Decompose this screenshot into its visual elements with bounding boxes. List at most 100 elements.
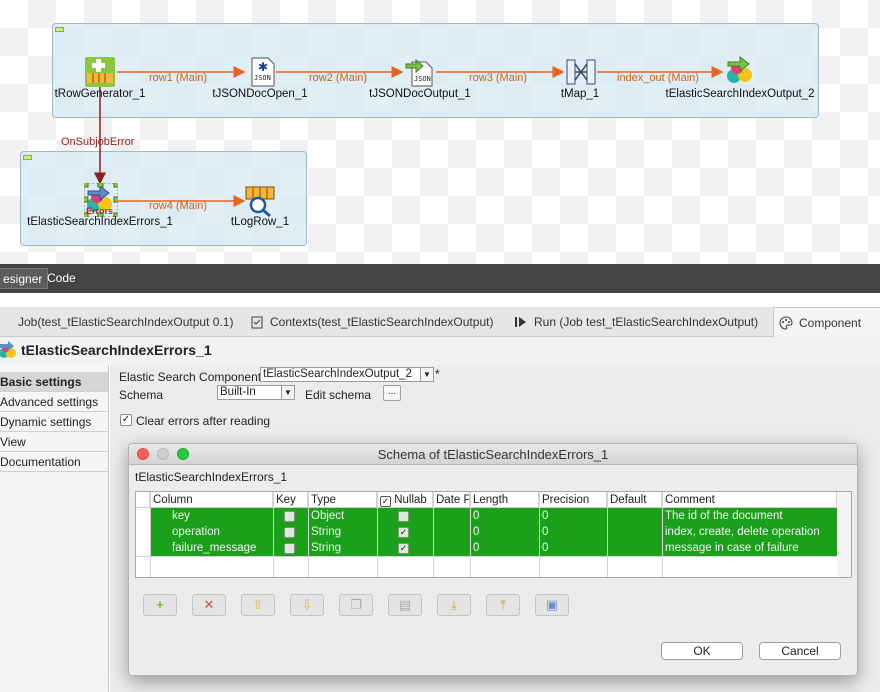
job-design-canvas[interactable]: JSON ✱ JSON Errors tRowGenerator_1 tJSOND… xyxy=(0,0,880,264)
export-icon[interactable]: ⤒ xyxy=(486,594,520,616)
nav-documentation[interactable]: Documentation xyxy=(0,452,108,472)
tab-run-label: Run (Job test_tElasticSearchIndexOutput) xyxy=(534,315,759,329)
component-label[interactable]: tJSONDocOpen_1 xyxy=(212,88,307,100)
edit-schema-button[interactable]: ... xyxy=(383,385,401,401)
flow-label[interactable]: row2 (Main) xyxy=(309,72,367,84)
cell-column[interactable]: key xyxy=(172,508,190,524)
flow-label[interactable]: row1 (Main) xyxy=(149,72,207,84)
nav-basic-settings[interactable]: Basic settings xyxy=(0,372,108,392)
copy-icon[interactable]: ❐ xyxy=(339,594,373,616)
remove-icon[interactable]: ✕ xyxy=(192,594,226,616)
cell-type[interactable]: String xyxy=(311,524,341,540)
key-checkbox[interactable] xyxy=(284,527,295,538)
component-label[interactable]: tJSONDocOutput_1 xyxy=(369,88,471,100)
nav-view[interactable]: View xyxy=(0,432,108,452)
add-icon[interactable]: + xyxy=(143,594,177,616)
tab-code[interactable]: Code xyxy=(42,268,81,289)
view-tab-bar: esigner Code xyxy=(0,264,880,293)
tab-contexts-label: Contexts(test_tElasticSearchIndexOutput) xyxy=(270,315,494,329)
trigger-label[interactable]: OnSubjobError xyxy=(61,136,134,148)
cell-precision[interactable]: 0 xyxy=(542,508,548,524)
es-component-value: tElasticSearchIndexOutput_2 xyxy=(263,368,412,380)
nullable-checkbox[interactable]: ✓ xyxy=(398,543,409,554)
tjsondocopen-icon[interactable]: JSON ✱ xyxy=(246,56,278,88)
clear-errors-checkbox[interactable]: ✓ xyxy=(120,414,132,426)
paste-icon[interactable]: ▤ xyxy=(388,594,422,616)
column-header[interactable]: Comment xyxy=(662,492,837,508)
column-header[interactable]: ✓ Nullab xyxy=(377,492,433,508)
cell-column[interactable]: failure_message xyxy=(172,540,256,556)
flow-label[interactable]: row4 (Main) xyxy=(149,200,207,212)
move-down-icon[interactable]: ⇩ xyxy=(290,594,324,616)
save-icon[interactable]: ▣ xyxy=(535,594,569,616)
cell-comment[interactable]: index, create, delete operation xyxy=(665,524,820,540)
ok-button[interactable]: OK xyxy=(661,642,743,660)
cell-column[interactable]: operation xyxy=(172,524,220,540)
column-divider xyxy=(377,492,378,577)
cell-precision[interactable]: 0 xyxy=(542,524,548,540)
component-title: tElasticSearchIndexErrors_1 xyxy=(21,342,212,358)
key-checkbox[interactable] xyxy=(284,543,295,554)
dialog-titlebar[interactable]: Schema of tElasticSearchIndexErrors_1 xyxy=(129,444,857,465)
tab-job[interactable]: Job(test_tElasticSearchIndexOutput 0.1) xyxy=(18,307,233,337)
trowgenerator-icon[interactable] xyxy=(84,56,116,88)
component-label[interactable]: tRowGenerator_1 xyxy=(55,88,146,100)
cell-comment[interactable]: message in case of failure xyxy=(665,540,799,556)
error-badge: Errors xyxy=(86,206,114,216)
telasticsearchindexoutput-icon[interactable] xyxy=(724,54,756,86)
component-label[interactable]: tLogRow_1 xyxy=(231,216,289,228)
column-divider xyxy=(470,492,471,577)
component-label[interactable]: tMap_1 xyxy=(561,88,599,100)
tlogrow-icon[interactable] xyxy=(244,185,276,218)
schema-label: Schema xyxy=(119,388,164,402)
column-header[interactable]: Type xyxy=(308,492,377,508)
chevron-down-icon: ▼ xyxy=(420,368,433,381)
cell-length[interactable]: 0 xyxy=(473,508,479,524)
table-scrollbar[interactable] xyxy=(837,492,851,577)
cell-length[interactable]: 0 xyxy=(473,540,479,556)
column-header[interactable]: Length xyxy=(470,492,539,508)
tjsondocoutput-icon[interactable]: JSON xyxy=(404,56,436,88)
settings-nav: Basic settings Advanced settings Dynamic… xyxy=(0,365,109,692)
nav-advanced-settings[interactable]: Advanced settings xyxy=(0,392,108,412)
column-divider xyxy=(433,492,434,577)
schema-select[interactable]: Built-In ▼ xyxy=(217,385,295,400)
nullable-all-checkbox[interactable]: ✓ xyxy=(380,496,391,507)
move-up-icon[interactable]: ⇧ xyxy=(241,594,275,616)
schema-table[interactable]: Column Key Type ✓ Nullab Date P Length P… xyxy=(135,491,852,578)
flow-label[interactable]: index_out (Main) xyxy=(617,72,699,84)
component-label[interactable]: tElasticSearchIndexErrors_1 xyxy=(27,216,173,228)
nav-dynamic-settings[interactable]: Dynamic settings xyxy=(0,412,108,432)
cell-precision[interactable]: 0 xyxy=(542,540,548,556)
flow-label[interactable]: row3 (Main) xyxy=(469,72,527,84)
tab-run[interactable]: Run (Job test_tElasticSearchIndexOutput) xyxy=(514,307,758,337)
tmap-icon[interactable] xyxy=(565,56,597,88)
cell-type[interactable]: String xyxy=(311,540,341,556)
svg-text:JSON: JSON xyxy=(254,74,271,82)
component-header: tElasticSearchIndexErrors_1 xyxy=(0,337,880,365)
es-component-label: Elastic Search Component xyxy=(119,370,262,384)
cell-length[interactable]: 0 xyxy=(473,524,479,540)
table-row-selector-header xyxy=(136,492,150,508)
es-component-select[interactable]: tElasticSearchIndexOutput_2 ▼ xyxy=(260,367,434,382)
nullable-checkbox[interactable]: ✓ xyxy=(398,527,409,538)
key-checkbox[interactable] xyxy=(284,511,295,522)
column-divider xyxy=(662,492,663,577)
tab-contexts[interactable]: Contexts(test_tElasticSearchIndexOutput) xyxy=(250,307,493,337)
cancel-button[interactable]: Cancel xyxy=(759,642,841,660)
dialog-title: Schema of tElasticSearchIndexErrors_1 xyxy=(377,447,609,462)
schema-dialog: Schema of tElasticSearchIndexErrors_1 tE… xyxy=(128,443,858,676)
cell-comment[interactable]: The id of the document xyxy=(665,508,783,524)
cell-type[interactable]: Object xyxy=(311,508,344,524)
component-label[interactable]: tElasticSearchIndexOutput_2 xyxy=(666,88,815,100)
nullable-checkbox[interactable] xyxy=(398,511,409,522)
contexts-icon xyxy=(250,310,264,329)
column-header[interactable]: Date P xyxy=(433,492,470,508)
column-header[interactable]: Column xyxy=(150,492,273,508)
tab-component[interactable]: Component xyxy=(773,307,880,337)
column-header[interactable]: Precision xyxy=(539,492,607,508)
import-icon[interactable]: ⤓ xyxy=(437,594,471,616)
column-header[interactable]: Default xyxy=(607,492,662,508)
editor-tab-bar: Job(test_tElasticSearchIndexOutput 0.1) … xyxy=(0,307,880,337)
column-header[interactable]: Key xyxy=(273,492,308,508)
